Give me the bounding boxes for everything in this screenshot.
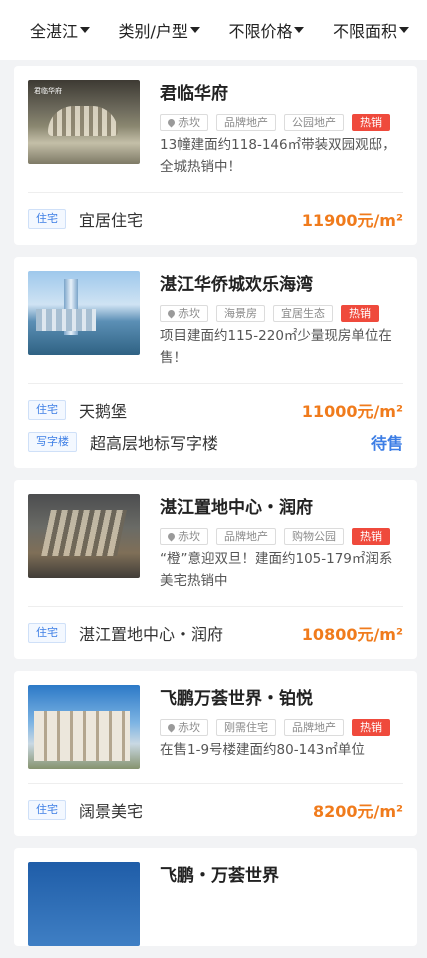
- property-title: 飞鹏万荟世界・铂悦: [160, 689, 313, 709]
- location-tag: 赤坎: [160, 305, 208, 322]
- property-title: 飞鹏・万荟世界: [160, 866, 279, 886]
- hot-sale-badge: 热销: [352, 528, 390, 545]
- filter-price-label: 不限价格: [228, 22, 293, 41]
- feature-tag: 海景房: [216, 305, 265, 322]
- property-card[interactable]: 飞鹏・万荟世界: [14, 848, 417, 946]
- unit-type-row[interactable]: 住宅 阔景美宅 8200元/m²: [28, 794, 403, 826]
- property-title: 湛江置地中心・润府: [160, 498, 313, 518]
- property-card[interactable]: 湛江置地中心・润府 赤坎 品牌地产 购物公园 热销 “橙”意迎双旦！建面约105…: [14, 480, 417, 659]
- filter-region-label: 全湛江: [30, 22, 79, 41]
- location-label: 赤坎: [178, 530, 200, 543]
- tag-list: 赤坎 品牌地产 公园地产 热销: [160, 114, 403, 131]
- filter-area[interactable]: 不限面积: [333, 18, 409, 42]
- filter-price[interactable]: 不限价格: [228, 18, 305, 42]
- property-image: [28, 494, 140, 578]
- hot-sale-badge: 热销: [352, 114, 390, 131]
- unit-type-name: 阔景美宅: [79, 802, 144, 821]
- property-description: 13幢建面约118-146㎡带装双园观邸，全城热销中！: [160, 137, 396, 175]
- property-image: [28, 271, 140, 355]
- unit-type-name: 湛江置地中心・润府: [79, 625, 224, 644]
- location-pin-icon: [166, 117, 177, 128]
- filter-bar: 全湛江 类别/户型 不限价格 不限面积: [0, 0, 427, 60]
- location-label: 赤坎: [178, 116, 200, 129]
- unit-type-row[interactable]: 住宅 湛江置地中心・润府 10800元/m²: [28, 617, 403, 649]
- property-description: 项目建面约115-220㎡少量现房单位在售！: [160, 328, 392, 366]
- unit-type-row[interactable]: 写字楼 超高层地标写字楼 待售: [28, 426, 403, 458]
- filter-area-label: 不限面积: [332, 22, 397, 41]
- dropdown-triangle-icon: [80, 27, 91, 33]
- unit-type-badge: 住宅: [28, 623, 66, 643]
- dropdown-triangle-icon: [399, 27, 409, 33]
- property-card[interactable]: 湛江华侨城欢乐海湾 赤坎 海景房 宜居生态 热销 项目建面约115-220㎡少量…: [14, 257, 417, 468]
- feature-tag: 购物公园: [284, 528, 344, 545]
- unit-type-row[interactable]: 住宅 天鹅堡 11000元/m²: [28, 394, 403, 426]
- hot-sale-badge: 热销: [352, 719, 390, 736]
- location-pin-icon: [166, 531, 177, 542]
- unit-type-name: 宜居住宅: [79, 211, 144, 230]
- feature-tag: 品牌地产: [216, 114, 276, 131]
- thumbnail-logo-text: 君临华府: [34, 87, 62, 95]
- unit-price: 11900元/m²: [301, 211, 403, 230]
- feature-tag: 品牌地产: [216, 528, 276, 545]
- property-card[interactable]: 飞鹏万荟世界・铂悦 赤坎 刚需住宅 品牌地产 热销 在售1-9号楼建面约80-1…: [14, 671, 417, 836]
- unit-type-name: 超高层地标写字楼: [90, 434, 219, 453]
- unit-status: 待售: [370, 434, 403, 453]
- location-tag: 赤坎: [160, 114, 208, 131]
- unit-type-badge: 写字楼: [28, 432, 77, 452]
- unit-type-badge: 住宅: [28, 209, 66, 229]
- property-title: 湛江华侨城欢乐海湾: [160, 275, 313, 295]
- hot-sale-badge: 热销: [341, 305, 379, 322]
- location-label: 赤坎: [178, 721, 200, 734]
- unit-price: 8200元/m²: [312, 802, 403, 821]
- unit-type-badge: 住宅: [28, 800, 66, 820]
- dropdown-triangle-icon: [189, 27, 200, 33]
- location-pin-icon: [166, 308, 177, 319]
- filter-category[interactable]: 类别/户型: [119, 18, 200, 42]
- feature-tag: 刚需住宅: [216, 719, 276, 736]
- unit-price: 10800元/m²: [301, 625, 403, 644]
- location-label: 赤坎: [178, 307, 200, 320]
- property-title: 君临华府: [160, 84, 228, 104]
- unit-type-row[interactable]: 住宅 宜居住宅 11900元/m²: [28, 203, 403, 235]
- property-image: 君临华府: [28, 80, 140, 164]
- feature-tag: 品牌地产: [284, 719, 344, 736]
- unit-type-name: 天鹅堡: [79, 402, 128, 421]
- unit-price: 11000元/m²: [301, 402, 403, 421]
- tag-list: 赤坎 品牌地产 购物公园 热销: [160, 528, 403, 545]
- property-description: “橙”意迎双旦！建面约105-179㎡润系美宅热销中: [160, 551, 393, 589]
- property-description: 在售1-9号楼建面约80-143㎡单位: [160, 742, 365, 758]
- filter-region[interactable]: 全湛江: [30, 18, 91, 42]
- property-image: [28, 685, 140, 769]
- feature-tag: 宜居生态: [273, 305, 333, 322]
- location-tag: 赤坎: [160, 719, 208, 736]
- filter-category-label: 类别/户型: [118, 22, 188, 41]
- property-image: [28, 862, 140, 946]
- property-list: 君临华府 君临华府 赤坎 品牌地产 公园地产 热销 13幢建面约118-146㎡…: [14, 66, 417, 958]
- property-card[interactable]: 君临华府 君临华府 赤坎 品牌地产 公园地产 热销 13幢建面约118-146㎡…: [14, 66, 417, 245]
- feature-tag: 公园地产: [284, 114, 344, 131]
- location-tag: 赤坎: [160, 528, 208, 545]
- tag-list: 赤坎 海景房 宜居生态 热销: [160, 305, 403, 322]
- dropdown-triangle-icon: [294, 27, 305, 33]
- tag-list: 赤坎 刚需住宅 品牌地产 热销: [160, 719, 403, 736]
- location-pin-icon: [166, 722, 177, 733]
- unit-type-badge: 住宅: [28, 400, 66, 420]
